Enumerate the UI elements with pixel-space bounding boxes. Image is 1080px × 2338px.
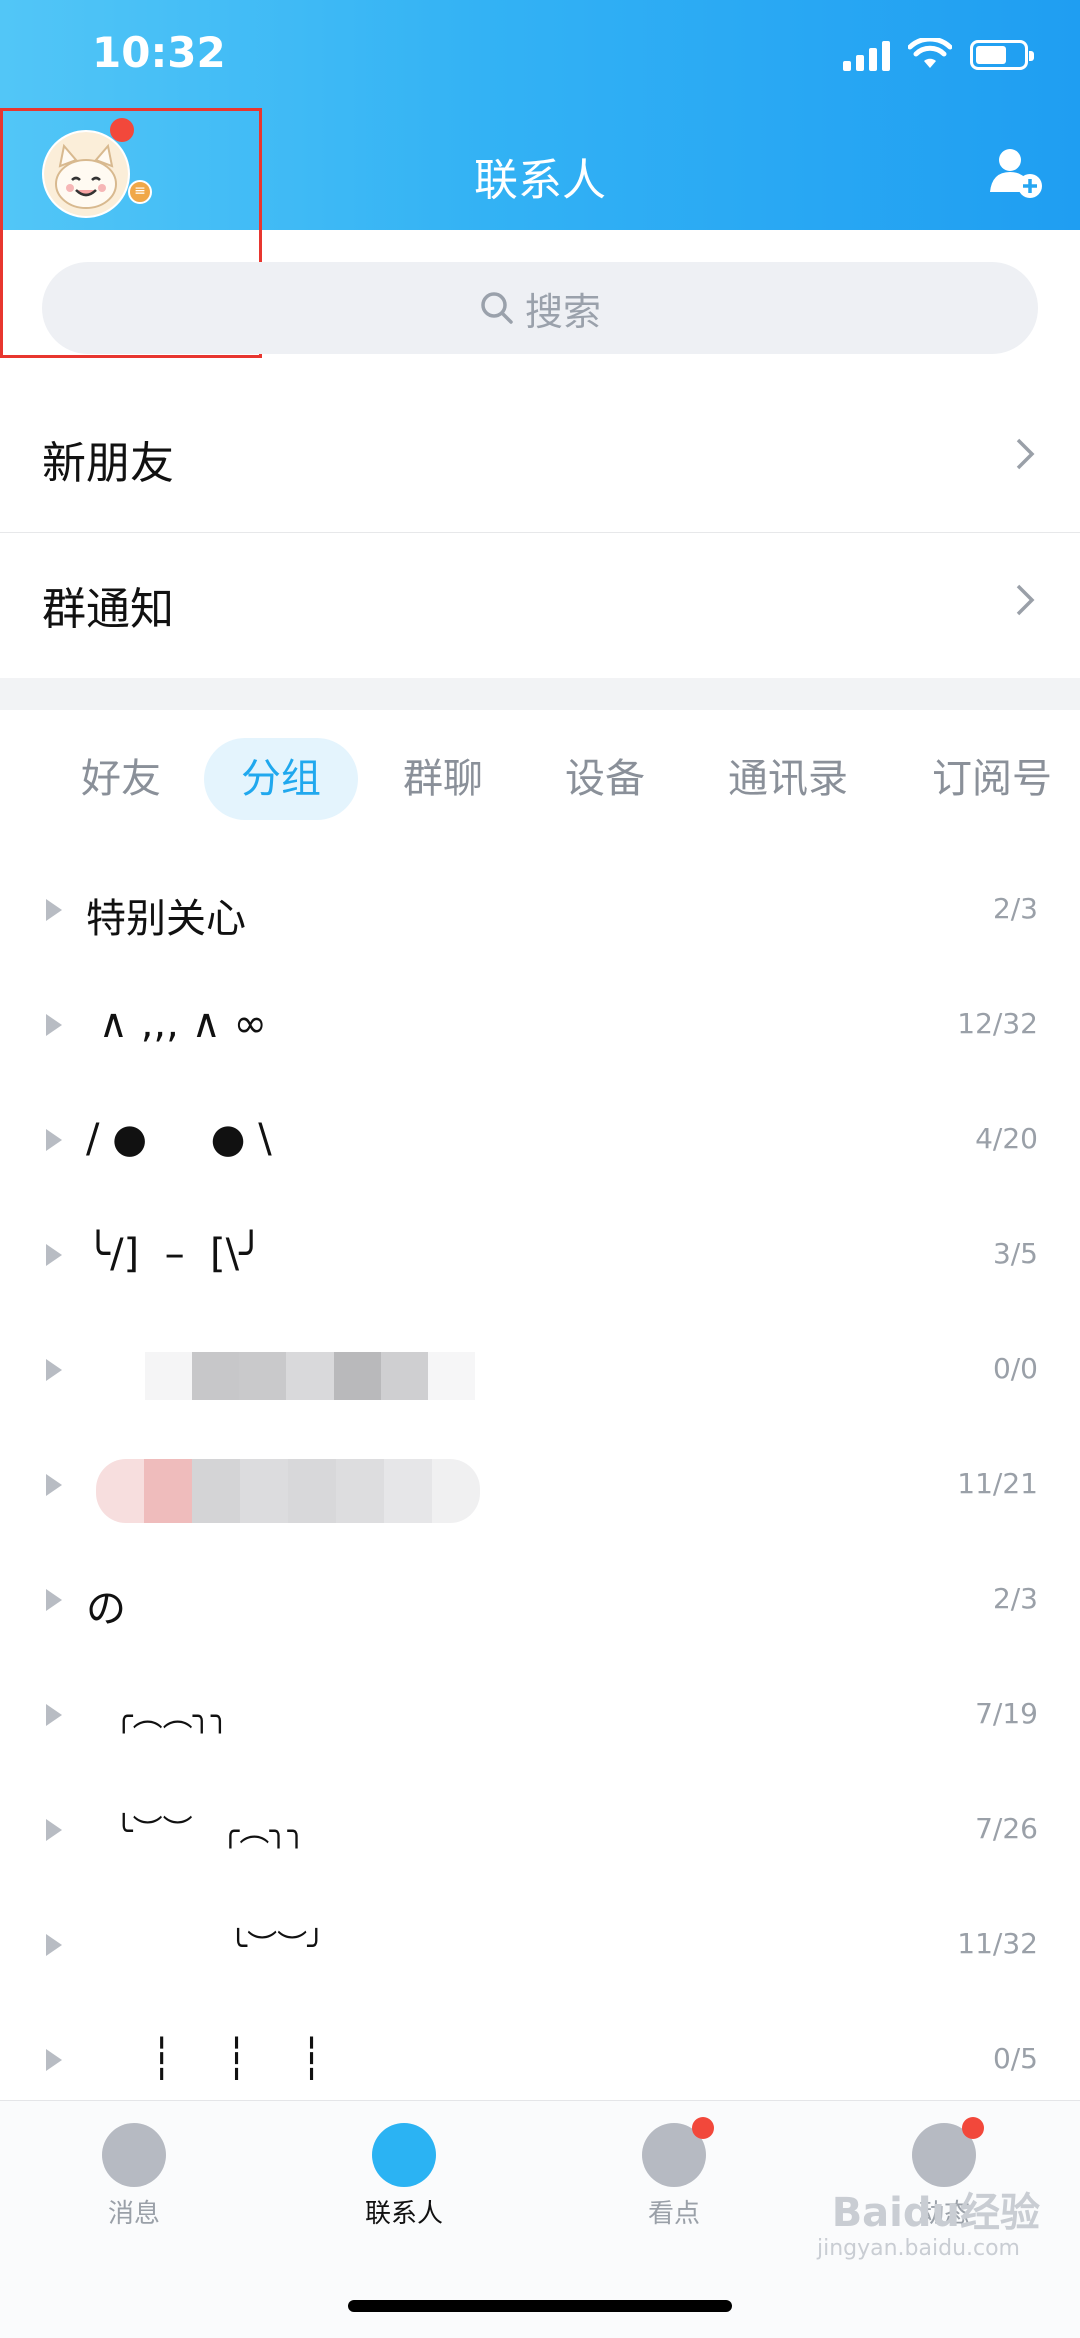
group-item[interactable]: の 2/3 xyxy=(0,1546,1080,1661)
battery-icon xyxy=(970,40,1034,70)
group-name: ╰/] – [\╯ xyxy=(86,1231,264,1277)
tab-friends[interactable]: 好友 xyxy=(62,738,180,820)
add-contact-icon[interactable] xyxy=(988,146,1044,200)
search-icon xyxy=(481,292,513,324)
group-item[interactable]: ∧ ,,, ∧ ∞ 12/32 xyxy=(0,971,1080,1086)
group-name: ∧ ,,, ∧ ∞ xyxy=(86,1001,267,1047)
group-item[interactable]: ╰︶︶╯ 11/32 xyxy=(0,1891,1080,2006)
status-time: 10:32 xyxy=(92,28,226,77)
blurred-group-name xyxy=(96,1459,480,1523)
expand-arrow-icon xyxy=(46,1819,62,1841)
expand-arrow-icon xyxy=(46,1589,62,1611)
new-friends-label: 新朋友 xyxy=(42,438,174,489)
badge-dot xyxy=(692,2117,714,2139)
chevron-right-icon xyxy=(1016,584,1035,616)
expand-arrow-icon xyxy=(46,1129,62,1151)
section-gap xyxy=(0,678,1080,710)
group-count: 2/3 xyxy=(992,892,1038,925)
group-item[interactable]: 特别关心 2/3 xyxy=(0,856,1080,971)
tab-address-book[interactable]: 通讯录 xyxy=(708,738,868,820)
group-count: 11/21 xyxy=(957,1467,1038,1500)
tab-contacts-label: 联系人 xyxy=(364,2199,443,2229)
tab-messages[interactable]: 消息 xyxy=(44,2123,224,2230)
group-count: 2/3 xyxy=(992,1582,1038,1615)
status-icons xyxy=(843,38,1034,72)
group-item[interactable]: ╰/] – [\╯ 3/5 xyxy=(0,1201,1080,1316)
group-name: / ● ● \ xyxy=(86,1116,272,1162)
watermark-sub: jingyan.baidu.com xyxy=(816,2236,1020,2261)
group-name: 特别关心 xyxy=(86,896,246,942)
watermark: Baidu经验 xyxy=(831,2190,1040,2236)
tab-discover-label: 看点 xyxy=(647,2199,700,2229)
tab-discover[interactable]: 看点 xyxy=(584,2117,764,2230)
group-count: 7/19 xyxy=(975,1697,1038,1730)
tab-messages-label: 消息 xyxy=(107,2199,160,2229)
group-item[interactable]: ╭︵︵╮╮ 7/19 xyxy=(0,1661,1080,1776)
home-indicator xyxy=(348,2300,732,2312)
group-name: の xyxy=(86,1586,126,1632)
expand-arrow-icon xyxy=(46,1704,62,1726)
group-notice-row[interactable]: 群通知 xyxy=(0,532,1080,678)
group-name: ╰︶︶╯ xyxy=(86,1929,326,1964)
expand-arrow-icon xyxy=(46,1934,62,1956)
signal-icon xyxy=(843,39,890,71)
tab-subscriptions[interactable]: 订阅号 xyxy=(904,738,1080,820)
group-notice-label: 群通知 xyxy=(42,584,174,635)
expand-arrow-icon xyxy=(46,1474,62,1496)
group-name: ╰︶︶ ╭︵╮╮ xyxy=(86,1814,306,1849)
tab-devices[interactable]: 设备 xyxy=(544,738,666,820)
expand-arrow-icon xyxy=(46,1359,62,1381)
expand-arrow-icon xyxy=(46,1244,62,1266)
eye-icon xyxy=(642,2117,714,2187)
tab-groups[interactable]: 分组 xyxy=(204,738,358,820)
group-item[interactable]: 11/21 xyxy=(0,1431,1080,1546)
group-count: 12/32 xyxy=(957,1007,1038,1040)
group-count: 4/20 xyxy=(975,1122,1038,1155)
group-count: 11/32 xyxy=(957,1927,1038,1960)
new-friends-row[interactable]: 新朋友 xyxy=(0,386,1080,532)
group-count: 0/0 xyxy=(992,1352,1038,1385)
group-name: ╭︵︵╮╮ xyxy=(86,1699,229,1734)
group-name: ┆ ┆ ┆ xyxy=(86,2036,324,2082)
message-icon xyxy=(102,2123,166,2187)
group-item[interactable]: / ● ● \ 4/20 xyxy=(0,1086,1080,1201)
contact-tabs: 好友 分组 群聊 设备 通讯录 订阅号 xyxy=(0,738,1080,828)
search-input[interactable]: 搜索 xyxy=(42,262,1038,354)
chevron-right-icon xyxy=(1016,438,1035,470)
wifi-icon xyxy=(908,38,952,68)
blurred-group-name xyxy=(145,1352,475,1400)
tab-contacts[interactable]: 联系人 xyxy=(314,2123,494,2230)
expand-arrow-icon xyxy=(46,1014,62,1036)
group-count: 0/5 xyxy=(992,2042,1038,2075)
group-count: 3/5 xyxy=(992,1237,1038,1270)
group-count: 7/26 xyxy=(975,1812,1038,1845)
tab-group-chats[interactable]: 群聊 xyxy=(382,738,504,820)
contacts-icon xyxy=(372,2123,436,2187)
planet-icon xyxy=(912,2117,984,2187)
group-item[interactable]: ╰︶︶ ╭︵╮╮ 7/26 xyxy=(0,1776,1080,1891)
expand-arrow-icon xyxy=(46,2049,62,2071)
search-placeholder: 搜索 xyxy=(524,289,601,334)
badge-dot xyxy=(962,2117,984,2139)
group-item[interactable]: 0/0 xyxy=(0,1316,1080,1431)
expand-arrow-icon xyxy=(46,899,62,921)
